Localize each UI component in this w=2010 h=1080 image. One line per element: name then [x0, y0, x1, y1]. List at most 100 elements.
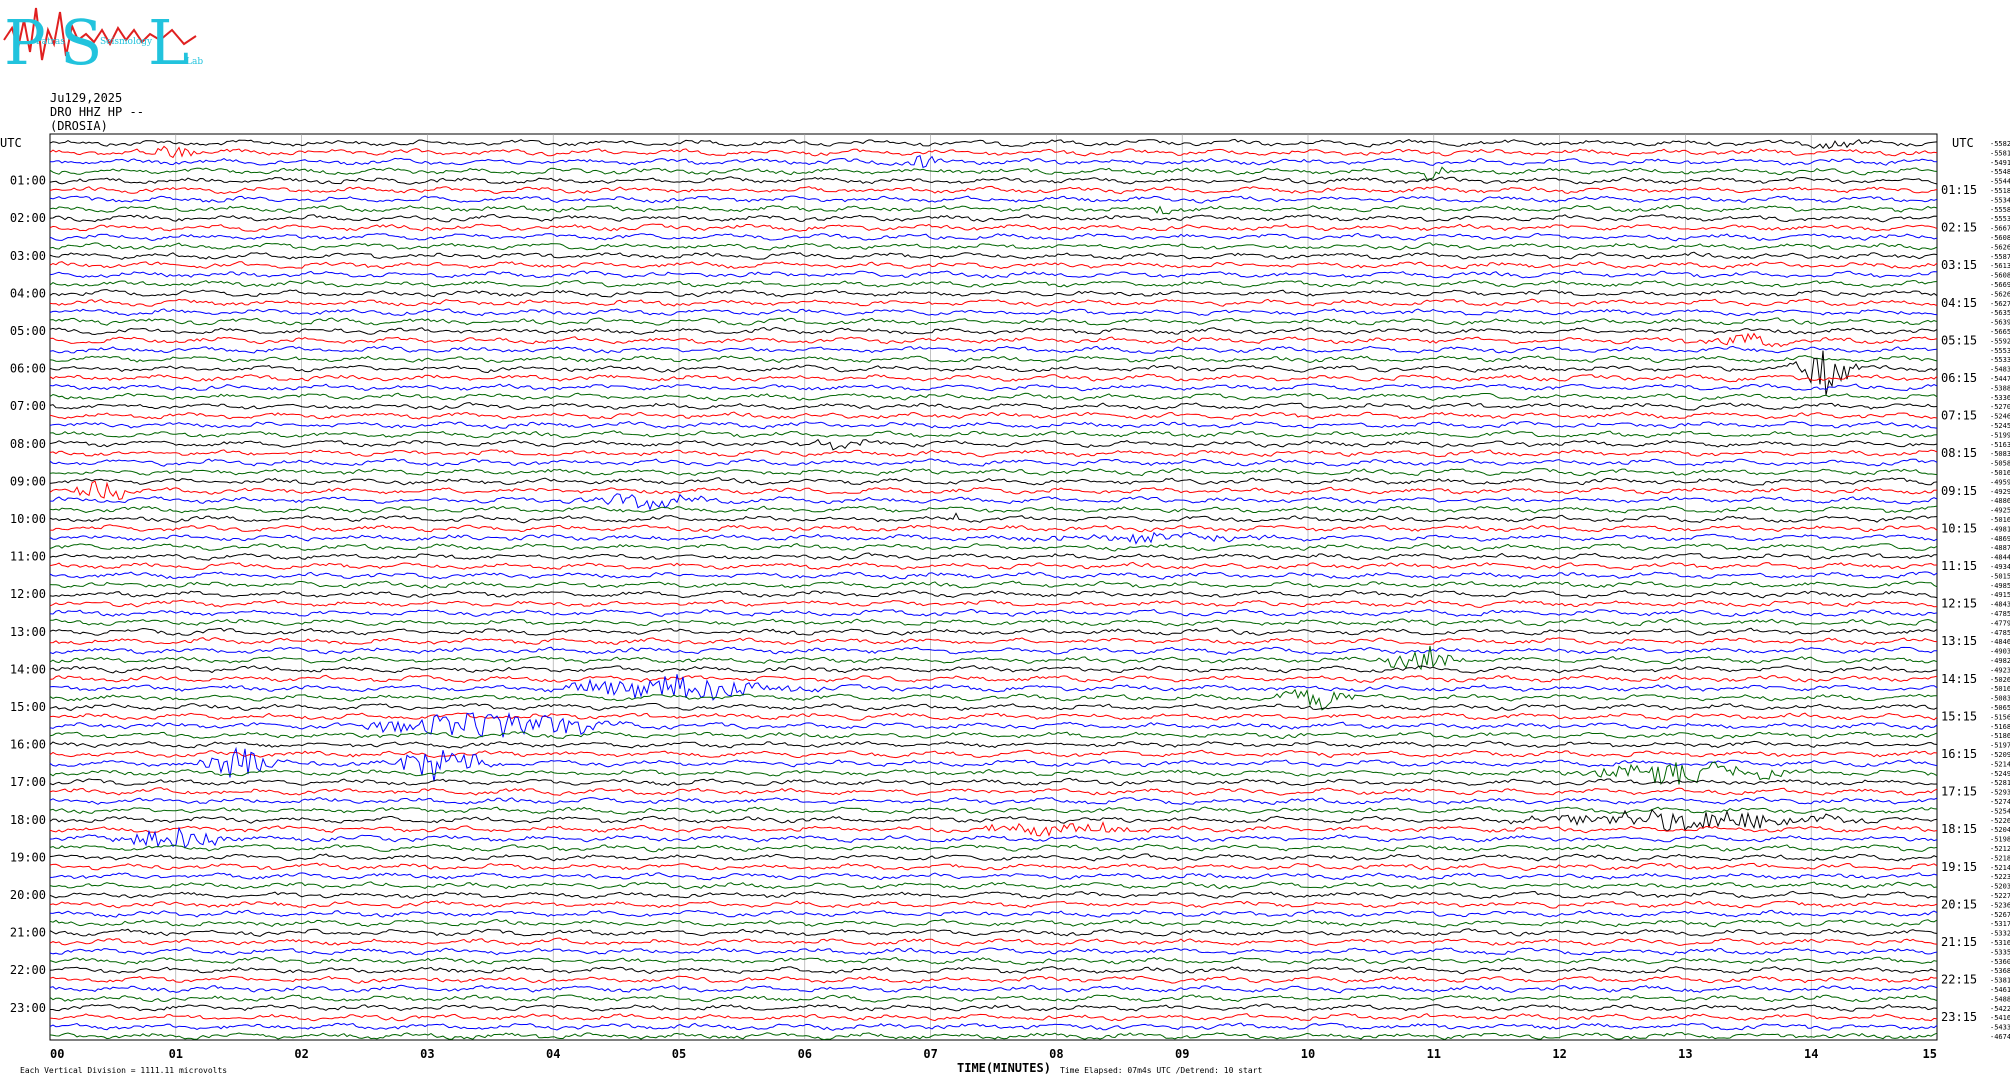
line-offset-label: -5281 — [1990, 779, 2010, 787]
line-offset-label: -4982 — [1990, 657, 2010, 665]
seismic-trace-line — [49, 195, 1938, 204]
x-tick-label: 02 — [294, 1047, 308, 1061]
left-hour-label: 11:00 — [10, 550, 46, 564]
plot-area — [49, 133, 1938, 1041]
x-tick-label: 03 — [420, 1047, 434, 1061]
left-hour-label: 07:00 — [10, 399, 46, 413]
line-offset-label: -5667 — [1990, 225, 2010, 233]
seismic-trace-line — [49, 138, 1938, 150]
line-offset-label: -5491 — [1990, 159, 2010, 167]
seismic-trace-line — [49, 843, 1938, 853]
line-offset-label: -4785 — [1990, 629, 2010, 637]
line-offset-label: -5226 — [1990, 817, 2010, 825]
seismic-trace-line — [49, 749, 1938, 759]
line-offset-label: -5254 — [1990, 807, 2010, 815]
logo-word-patras: Patras — [36, 37, 65, 47]
line-offset-label: -5381 — [1990, 977, 2010, 985]
x-tick-label: 12 — [1552, 1047, 1566, 1061]
seismic-trace-line — [49, 354, 1938, 364]
seismic-trace-line — [49, 909, 1938, 918]
seismic-trace-line — [49, 1013, 1938, 1022]
seismic-trace-line — [49, 185, 1938, 195]
line-offset-label: -5553 — [1990, 347, 2010, 355]
seismic-trace-line — [49, 402, 1938, 411]
line-offset-label: -4779 — [1990, 619, 2010, 627]
line-offset-label: -5669 — [1990, 281, 2010, 289]
line-offset-label: -5332 — [1990, 930, 2010, 938]
seismic-trace-line — [49, 524, 1938, 533]
line-offset-label: -5245 — [1990, 422, 2010, 430]
seismic-trace-line — [49, 251, 1938, 260]
logo-word-lab: Lab — [186, 57, 203, 67]
line-offset-label: -5613 — [1990, 262, 2010, 270]
vertical-division-note: Each Vertical Division = 1111.11 microvo… — [20, 1066, 227, 1075]
line-offset-label: -5608 — [1990, 272, 2010, 280]
left-hour-label: 03:00 — [10, 249, 46, 263]
right-hour-label: 12:15 — [1941, 597, 1977, 611]
seismic-trace-line — [49, 580, 1938, 589]
x-axis-label: TIME(MINUTES) — [957, 1061, 1051, 1075]
seismic-trace-line — [49, 712, 1938, 738]
x-tick-label: 06 — [798, 1047, 812, 1061]
helicorder-chart: P S L Patras Seismology Lab Ju129,2025 D… — [0, 6, 2010, 1075]
seismic-trace-line — [49, 345, 1938, 354]
left-hour-label: 13:00 — [10, 625, 46, 639]
line-offset-label: -5249 — [1990, 770, 2010, 778]
x-tick-label: 00 — [50, 1047, 64, 1061]
seismic-trace-line — [49, 289, 1938, 298]
station-code: DRO HHZ HP -- — [50, 105, 144, 119]
seismic-trace-line — [49, 242, 1938, 251]
seismic-trace-line — [49, 438, 1938, 451]
right-hour-label: 13:15 — [1941, 634, 1977, 648]
line-offset-label: -4981 — [1990, 525, 2010, 533]
seismic-trace-line — [49, 411, 1938, 420]
line-offset-label: -5227 — [1990, 892, 2010, 900]
right-hour-label: 10:15 — [1941, 521, 1977, 535]
seismic-trace-line — [49, 645, 1938, 671]
line-offset-label: -5026 — [1990, 676, 2010, 684]
line-offset-label: -5163 — [1990, 441, 2010, 449]
line-offset-label: -5544 — [1990, 178, 2010, 186]
line-offset-label: -4843 — [1990, 601, 2010, 609]
right-hour-label: 02:15 — [1941, 221, 1977, 235]
x-tick-label: 09 — [1175, 1047, 1189, 1061]
line-offset-label: -4844 — [1990, 554, 2010, 562]
seismic-trace-line — [49, 373, 1938, 383]
x-tick-label: 13 — [1678, 1047, 1692, 1061]
line-offset-label: -5016 — [1990, 516, 2010, 524]
seismic-trace-line — [49, 571, 1938, 580]
seismic-trace-line — [49, 512, 1938, 524]
line-offset-label: -4929 — [1990, 488, 2010, 496]
line-offset-labels: -5582-5581 -5491-5548 -5544-5518-5534 -5558… — [1990, 140, 2010, 1041]
line-offset-label: -5218 — [1990, 854, 2010, 862]
seismic-trace-line — [49, 279, 1938, 288]
left-hour-label: 14:00 — [10, 662, 46, 676]
line-offset-label: -5608 — [1990, 234, 2010, 242]
line-offset-label: -5581 — [1990, 149, 2010, 157]
seismic-trace-line — [49, 589, 1938, 599]
left-hour-label: 02:00 — [10, 211, 46, 225]
line-offset-label: -5558 — [1990, 206, 2010, 214]
seismic-trace-line — [49, 731, 1938, 740]
right-hour-label: 20:15 — [1941, 897, 1977, 911]
x-tick-label: 04 — [546, 1047, 560, 1061]
seismic-trace-line — [49, 531, 1938, 545]
left-axis-title: UTC — [0, 136, 22, 150]
line-offset-label: -5168 — [1990, 723, 2010, 731]
right-hour-label: 08:15 — [1941, 446, 1977, 460]
seismic-trace-line — [49, 261, 1938, 270]
line-offset-label: -5065 — [1990, 704, 2010, 712]
seismic-trace-line — [49, 204, 1938, 215]
left-hour-label: 17:00 — [10, 775, 46, 789]
seismic-trace-line — [49, 821, 1938, 837]
right-hour-label: 06:15 — [1941, 371, 1977, 385]
seismic-trace-line — [49, 947, 1938, 956]
line-offset-label: -5267 — [1990, 911, 2010, 919]
line-offset-label: -4903 — [1990, 648, 2010, 656]
line-offset-label: -5416 — [1990, 1014, 2010, 1022]
line-offset-label: -5553 — [1990, 215, 2010, 223]
line-offset-label: -5199 — [1990, 431, 2010, 439]
line-offset-label: -5335 — [1990, 948, 2010, 956]
line-offset-label: -5635 — [1990, 309, 2010, 317]
line-offset-label: -5016 — [1990, 469, 2010, 477]
